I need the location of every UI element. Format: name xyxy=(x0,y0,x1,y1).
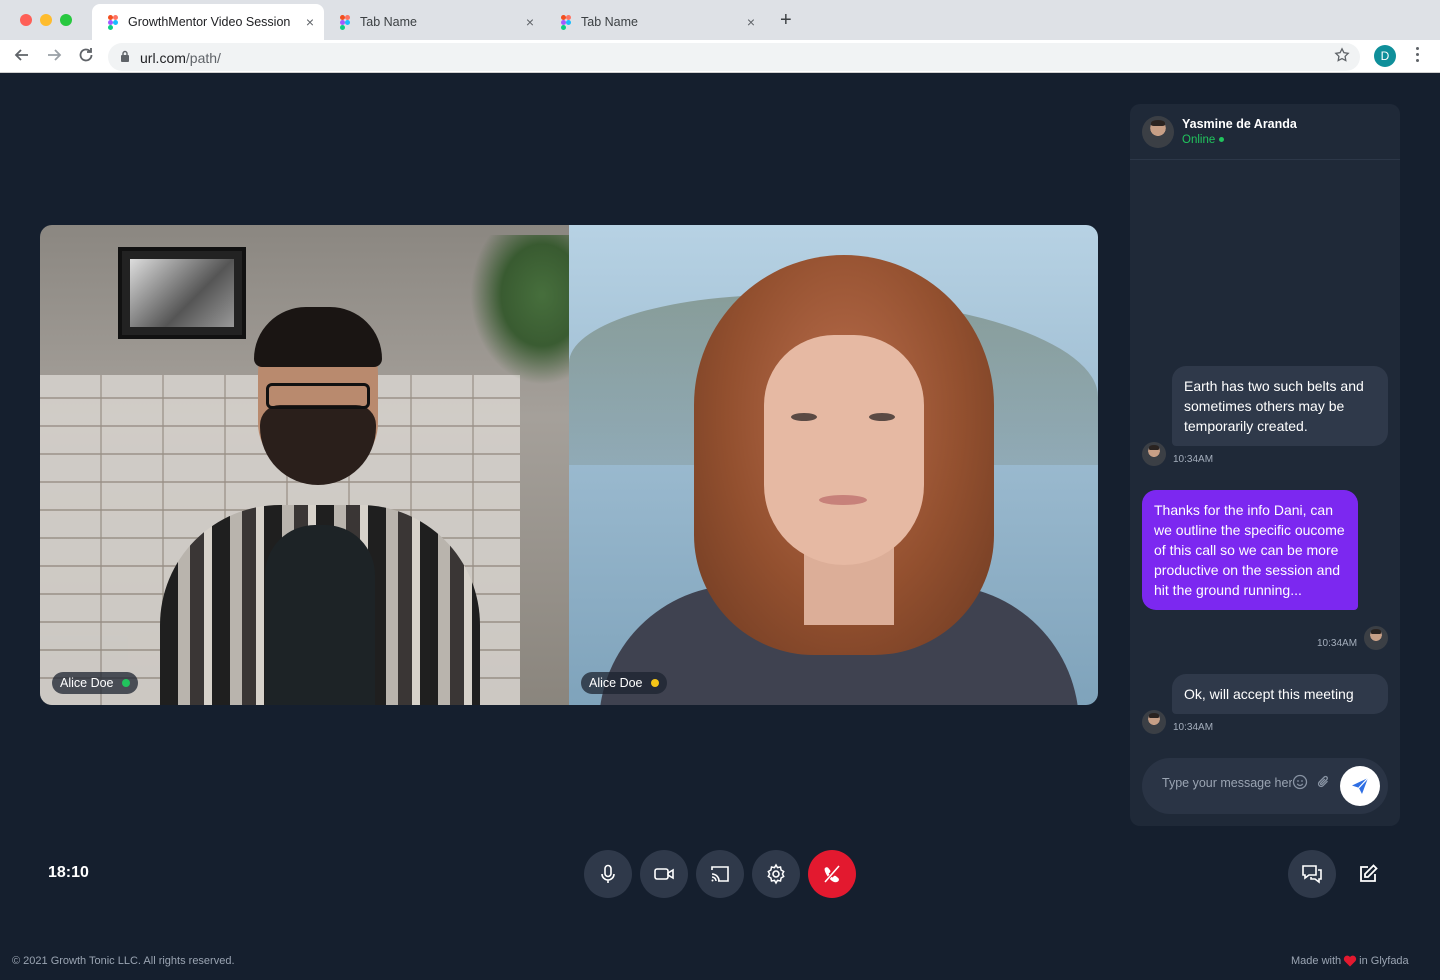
camera-button[interactable] xyxy=(640,850,688,898)
browser-tab-bar: GrowthMentor Video Session × Tab Name × … xyxy=(0,0,1440,40)
send-icon xyxy=(1352,777,1369,794)
url-text[interactable]: url.com/path/ xyxy=(140,50,221,66)
participant-name-badge: Alice Doe xyxy=(52,672,138,694)
chat-header: Yasmine de Aranda Online xyxy=(1130,104,1400,160)
new-tab-icon[interactable]: + xyxy=(780,10,792,30)
microphone-icon xyxy=(601,864,615,883)
reload-icon[interactable] xyxy=(77,46,95,69)
avatar xyxy=(1142,710,1166,734)
chat-message: Ok, will accept this meeting xyxy=(1172,674,1388,714)
lock-icon xyxy=(121,50,129,62)
chat-message: Thanks for the info Dani, can we outline… xyxy=(1142,490,1358,610)
tab-title: GrowthMentor Video Session xyxy=(128,15,291,29)
screen-share-button[interactable] xyxy=(696,850,744,898)
made-with-credit: Made with in Glyfada xyxy=(1291,955,1409,967)
notes-button[interactable] xyxy=(1344,850,1392,898)
window-minimize-button[interactable] xyxy=(40,14,52,26)
forward-arrow-icon[interactable] xyxy=(45,46,63,69)
attachment-icon[interactable] xyxy=(1316,774,1332,794)
message-input[interactable] xyxy=(1162,776,1292,790)
chat-bubbles-icon xyxy=(1302,865,1322,884)
copyright-text: © 2021 Growth Tonic LLC. All rights rese… xyxy=(12,955,235,967)
figma-icon xyxy=(561,15,571,30)
participant-name-badge: Alice Doe xyxy=(581,672,667,694)
window-close-button[interactable] xyxy=(20,14,32,26)
window-maximize-button[interactable] xyxy=(60,14,72,26)
browser-tab[interactable]: Tab Name × xyxy=(324,4,544,40)
settings-button[interactable] xyxy=(752,850,800,898)
message-time: 10:34AM xyxy=(1173,722,1214,733)
gear-icon xyxy=(767,863,785,885)
figma-icon xyxy=(340,15,350,30)
video-camera-icon xyxy=(654,868,674,880)
status-dot xyxy=(650,679,659,687)
profile-avatar[interactable]: D xyxy=(1374,45,1396,67)
microphone-button[interactable] xyxy=(584,850,632,898)
close-icon[interactable]: × xyxy=(526,14,534,30)
bookmark-star-icon[interactable] xyxy=(1334,47,1350,68)
heart-icon xyxy=(1343,955,1357,967)
call-timer: 18:10 xyxy=(48,864,89,881)
tab-title: Tab Name xyxy=(360,15,417,29)
end-call-icon xyxy=(823,865,841,883)
video-grid: Alice Doe Alice Doe xyxy=(40,225,1098,705)
back-arrow-icon[interactable] xyxy=(13,46,31,69)
contact-name: Yasmine de Aranda xyxy=(1182,117,1297,131)
avatar xyxy=(1142,442,1166,466)
message-composer xyxy=(1142,758,1388,814)
figma-icon xyxy=(108,15,118,30)
message-time: 10:34AM xyxy=(1173,454,1214,465)
browser-tab[interactable]: Tab Name × xyxy=(545,4,765,40)
browser-menu-icon[interactable] xyxy=(1416,47,1420,65)
send-button[interactable] xyxy=(1340,766,1380,806)
emoji-icon[interactable] xyxy=(1292,774,1308,794)
plant xyxy=(470,235,569,385)
chat-toggle-button[interactable] xyxy=(1288,850,1336,898)
browser-tab-active[interactable]: GrowthMentor Video Session × xyxy=(92,4,324,40)
close-icon[interactable]: × xyxy=(306,14,314,30)
video-tile-participant-1[interactable]: Alice Doe xyxy=(40,225,569,705)
address-bar[interactable]: url.com/path/ xyxy=(108,43,1360,71)
chat-message: Earth has two such belts and sometimes o… xyxy=(1172,366,1388,446)
wall-frame xyxy=(118,247,246,339)
status-dot xyxy=(121,679,130,687)
edit-icon xyxy=(1360,864,1378,882)
message-time: 10:34AM xyxy=(1317,638,1358,649)
end-call-button[interactable] xyxy=(808,850,856,898)
screen-share-icon xyxy=(711,866,729,882)
browser-toolbar: url.com/path/ D xyxy=(0,40,1440,73)
close-icon[interactable]: × xyxy=(747,14,755,30)
online-status: Online xyxy=(1182,134,1225,146)
chat-panel: Yasmine de Aranda Online Earth has two s… xyxy=(1130,104,1400,826)
avatar xyxy=(1364,626,1388,650)
video-tile-participant-2[interactable]: Alice Doe xyxy=(569,225,1098,705)
avatar[interactable] xyxy=(1142,116,1174,148)
tab-title: Tab Name xyxy=(581,15,638,29)
